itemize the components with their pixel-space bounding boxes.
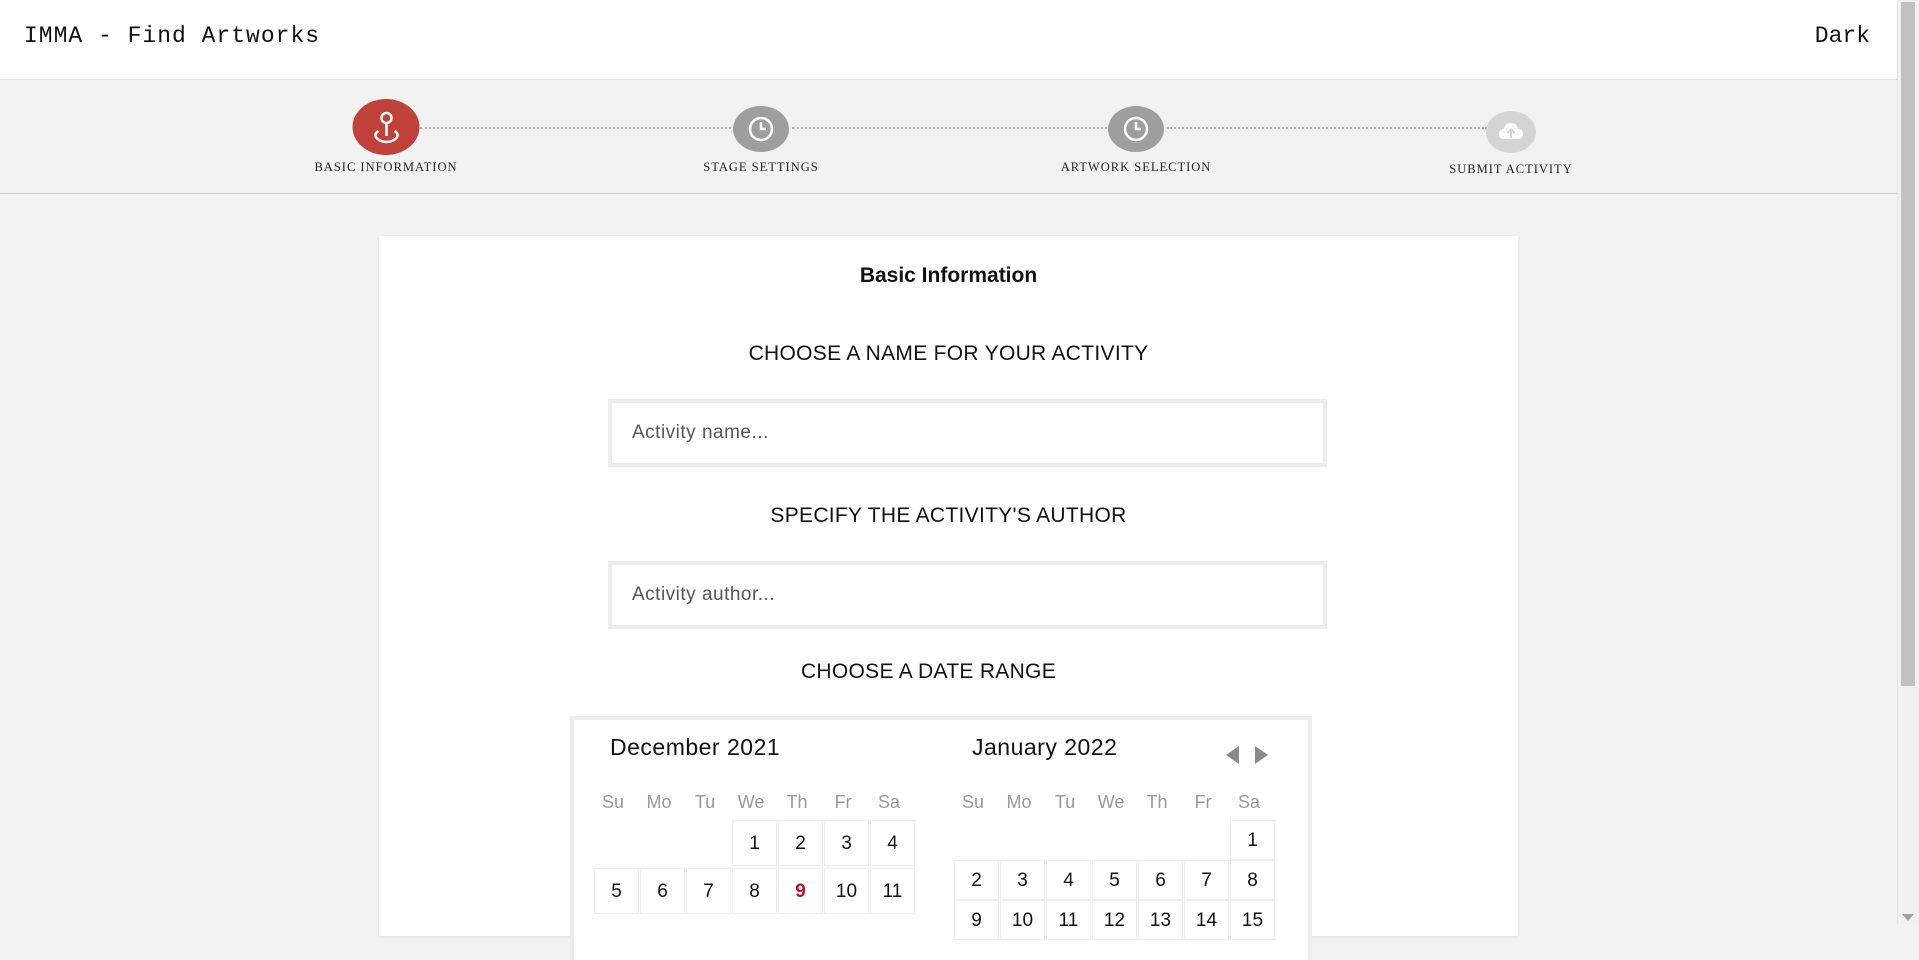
basic-information-card: Basic Information CHOOSE A NAME FOR YOUR… [379, 236, 1518, 960]
month-title: December 2021 [610, 734, 781, 760]
calendar-day[interactable]: 7 [1184, 860, 1229, 900]
prev-month-icon[interactable] [1226, 746, 1239, 764]
calendar-day[interactable]: 6 [640, 868, 685, 914]
calendar-day[interactable]: 14 [1184, 900, 1229, 940]
weekday-header: Sa [1237, 792, 1261, 812]
calendar-day[interactable]: 6 [1138, 860, 1183, 900]
date-range-picker[interactable]: December 2021 January 2022 Su Mo Tu We Th Fr S… [570, 716, 1312, 960]
weekday-header: Fr [834, 792, 852, 812]
weekday-header: Su [601, 792, 625, 812]
activity-author-input[interactable] [608, 561, 1327, 629]
calendar-day[interactable]: 9 [954, 900, 999, 940]
calendar-day[interactable]: 1 [732, 820, 777, 866]
calendar-day[interactable]: 9 [778, 868, 823, 914]
clock-icon [733, 106, 789, 152]
month-title: January 2022 [972, 734, 1118, 760]
weekday-header: Tu [694, 792, 716, 812]
weekday-header: Th [1146, 792, 1168, 812]
calendar-day[interactable]: 11 [870, 868, 915, 914]
cloud-upload-icon [1486, 111, 1536, 153]
calendar-day[interactable]: 8 [732, 868, 777, 914]
next-month-icon[interactable] [1255, 746, 1268, 764]
calendar-day[interactable]: 13 [1138, 900, 1183, 940]
app-title: IMMA - Find Artworks [24, 23, 321, 49]
activity-author-heading: SPECIFY THE ACTIVITY'S AUTHOR [770, 504, 1127, 527]
stepper-connector [792, 127, 1107, 129]
scroll-down-arrow-icon[interactable] [1902, 914, 1914, 921]
activity-name-input[interactable] [608, 399, 1327, 467]
calendar-day[interactable]: 5 [1092, 860, 1137, 900]
progress-stepper: BASIC INFORMATION STAGE SETTINGS ARTWORK… [0, 80, 1898, 194]
calendar-day[interactable]: 4 [1046, 860, 1091, 900]
weekday-header: Tu [1054, 792, 1076, 812]
top-bar: IMMA - Find Artworks Dark [0, 0, 1898, 80]
calendar-day[interactable]: 11 [1046, 900, 1091, 940]
scrollbar-thumb[interactable] [1901, 2, 1915, 686]
calendar-day[interactable]: 10 [824, 868, 869, 914]
weekday-header: Fr [1194, 792, 1212, 812]
stepper-connector [420, 127, 735, 129]
weekday-header: Su [961, 792, 985, 812]
date-range-heading: CHOOSE A DATE RANGE [800, 660, 1057, 683]
calendar-day[interactable]: 4 [870, 820, 915, 866]
weekday-header: We [737, 792, 765, 812]
weekday-header: Mo [1006, 792, 1032, 812]
calendar-day[interactable]: 1 [1230, 820, 1275, 860]
calendar-day[interactable]: 2 [954, 860, 999, 900]
calendar-day[interactable]: 2 [778, 820, 823, 866]
weekday-header: Th [786, 792, 808, 812]
step-label: STAGE SETTINGS [703, 160, 819, 174]
card-title: Basic Information [859, 264, 1038, 287]
activity-name-heading: CHOOSE A NAME FOR YOUR ACTIVITY [748, 342, 1149, 365]
calendar-day[interactable]: 10 [1000, 900, 1045, 940]
calendar-day[interactable]: 5 [594, 868, 639, 914]
step-label: ARTWORK SELECTION [1060, 160, 1212, 174]
calendar-day[interactable]: 3 [824, 820, 869, 866]
clock-icon [1108, 106, 1164, 152]
calendar-day[interactable]: 8 [1230, 860, 1275, 900]
location-pin-icon [352, 99, 420, 155]
weekday-header: We [1097, 792, 1125, 812]
step-label: SUBMIT ACTIVITY [1449, 162, 1573, 176]
calendar-day[interactable]: 15 [1230, 900, 1275, 940]
theme-toggle-button[interactable]: Dark [1815, 23, 1870, 49]
step-label: BASIC INFORMATION [314, 160, 458, 174]
calendar-day[interactable]: 3 [1000, 860, 1045, 900]
weekday-header: Mo [646, 792, 672, 812]
page-scrollbar[interactable] [1897, 0, 1919, 924]
weekday-header: Sa [877, 792, 901, 812]
stepper-connector [1167, 127, 1487, 129]
calendar-day[interactable]: 7 [686, 868, 731, 914]
calendar-day[interactable]: 12 [1092, 900, 1137, 940]
